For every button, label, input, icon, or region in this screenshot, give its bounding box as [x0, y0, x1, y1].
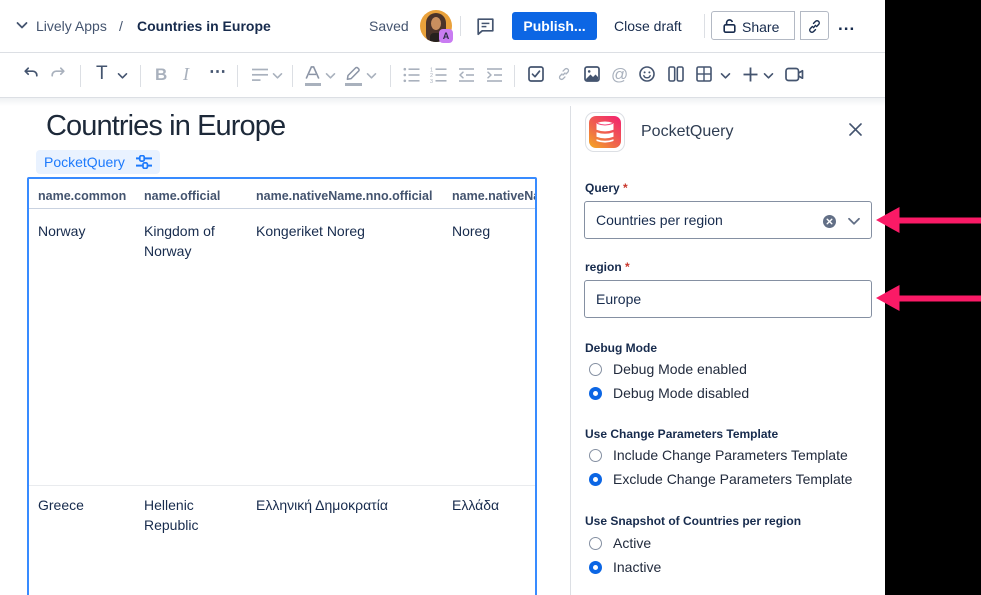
- svg-text:3: 3: [430, 79, 433, 83]
